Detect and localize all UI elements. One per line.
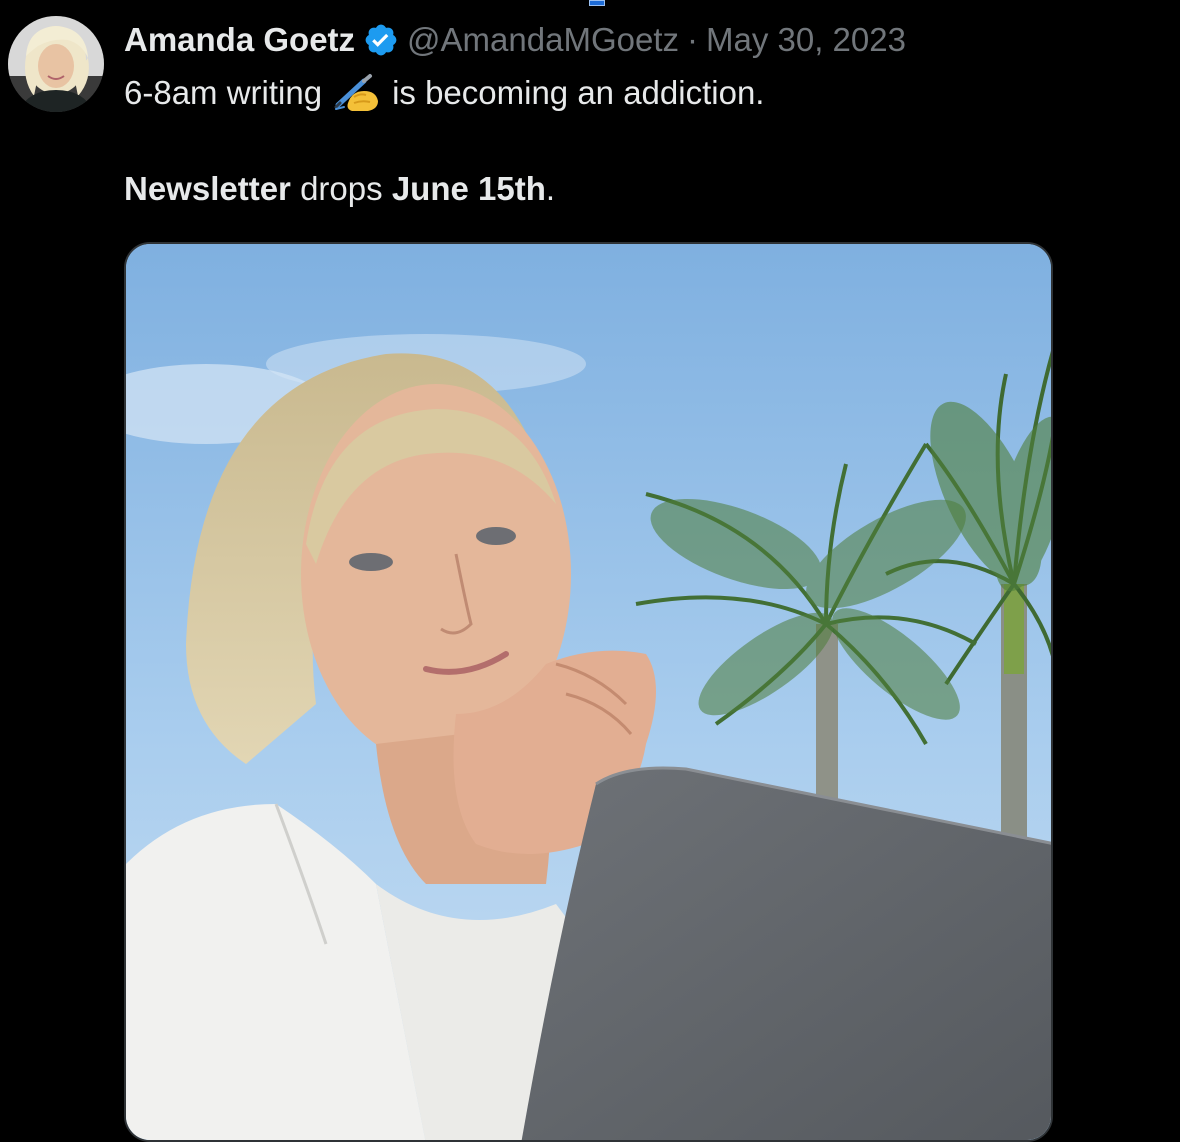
tweet-date[interactable]: May 30, 2023 — [706, 18, 906, 62]
display-name[interactable]: Amanda Goetz — [124, 18, 355, 62]
tweet-text: 6-8am writing is becoming an addiction. … — [124, 70, 764, 212]
photo-image — [126, 244, 1051, 1140]
separator-dot: · — [687, 21, 698, 58]
tweet[interactable]: Amanda Goetz @AmandaMGoetz · May 30, 202… — [0, 0, 1180, 1142]
writing-hand-emoji-icon — [334, 73, 382, 113]
tweet-text-line-1: 6-8am writing is becoming an addiction. — [124, 70, 764, 116]
tweet-media-photo[interactable] — [124, 242, 1053, 1142]
text-after-emoji: is becoming an addiction. — [392, 74, 765, 111]
tweet-header: Amanda Goetz @AmandaMGoetz · May 30, 202… — [124, 18, 906, 62]
handle[interactable]: @AmandaMGoetz — [407, 18, 679, 62]
text-before-emoji: 6-8am writing — [124, 74, 323, 111]
avatar[interactable] — [8, 16, 104, 112]
text-date-bold: June 15th — [391, 170, 546, 207]
text-drops: drops — [300, 170, 383, 207]
avatar-image — [8, 16, 104, 112]
text-newsletter: Newsletter — [124, 170, 291, 207]
verified-badge-icon — [363, 22, 399, 58]
text-period: . — [545, 170, 556, 207]
tweet-text-line-2: Newsletter drops June 15th . — [124, 166, 764, 212]
